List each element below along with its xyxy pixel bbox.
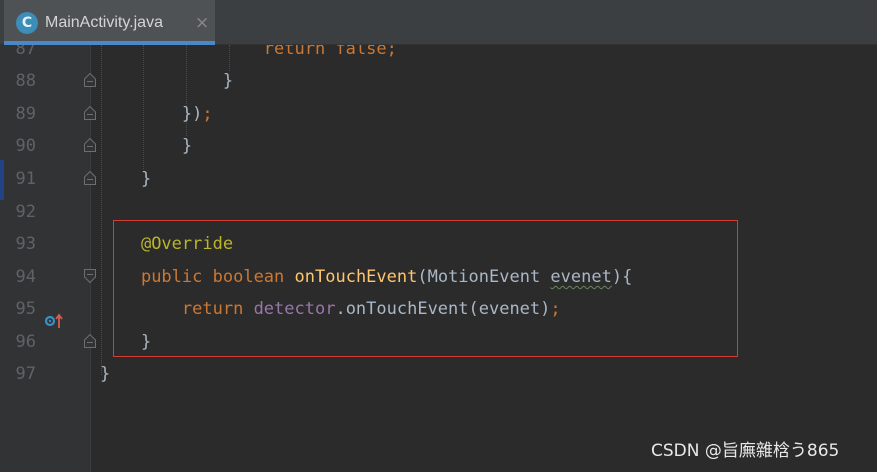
line-number: 96 bbox=[15, 332, 36, 352]
highlight-box bbox=[113, 220, 738, 357]
fold-end-icon[interactable] bbox=[84, 171, 96, 185]
tab-main-activity[interactable]: C MainActivity.java × bbox=[4, 0, 215, 45]
line-number: 95 bbox=[15, 299, 36, 319]
brace: }) bbox=[181, 104, 203, 124]
semicolon: ; bbox=[202, 104, 213, 124]
brace: } bbox=[140, 169, 152, 189]
line-number: 91 bbox=[15, 169, 36, 189]
brace: } bbox=[222, 71, 234, 91]
editor-tab-bar: C MainActivity.java × bbox=[0, 0, 877, 45]
line-number: 97 bbox=[15, 364, 36, 384]
line-number: 92 bbox=[15, 202, 36, 222]
fold-end-icon[interactable] bbox=[84, 334, 96, 348]
keyword: false bbox=[335, 45, 387, 59]
code-line-87: return false; bbox=[100, 45, 397, 59]
tab-title: MainActivity.java bbox=[45, 14, 163, 31]
line-number: 93 bbox=[15, 234, 36, 254]
gutter: 87 88 89 90 91 92 93 94 95 96 97 bbox=[0, 45, 91, 472]
line-number: 87 bbox=[15, 45, 36, 59]
code-line-88: } bbox=[100, 71, 233, 91]
code-line-97: } bbox=[100, 364, 110, 384]
fold-end-icon[interactable] bbox=[84, 138, 96, 152]
keyword: return bbox=[263, 45, 326, 59]
code-line-90: } bbox=[100, 136, 192, 156]
fold-start-icon[interactable] bbox=[84, 269, 96, 283]
line-number: 90 bbox=[15, 136, 36, 156]
fold-end-icon[interactable] bbox=[84, 73, 96, 87]
fold-end-icon[interactable] bbox=[84, 106, 96, 120]
semicolon: ; bbox=[386, 45, 397, 59]
close-icon[interactable]: × bbox=[195, 12, 209, 34]
brace: } bbox=[100, 364, 111, 384]
indent-guide bbox=[101, 45, 102, 375]
line-number: 94 bbox=[15, 267, 36, 287]
java-class-icon: C bbox=[16, 12, 38, 34]
code-line-89: }); bbox=[100, 104, 213, 124]
line-number: 89 bbox=[15, 104, 36, 124]
override-marker-icon[interactable] bbox=[44, 312, 64, 330]
line-number: 88 bbox=[15, 71, 36, 91]
watermark: CSDN @旨廡雜梒う865 bbox=[651, 441, 840, 461]
code-line-91: } bbox=[100, 169, 151, 189]
brace: } bbox=[181, 136, 193, 156]
